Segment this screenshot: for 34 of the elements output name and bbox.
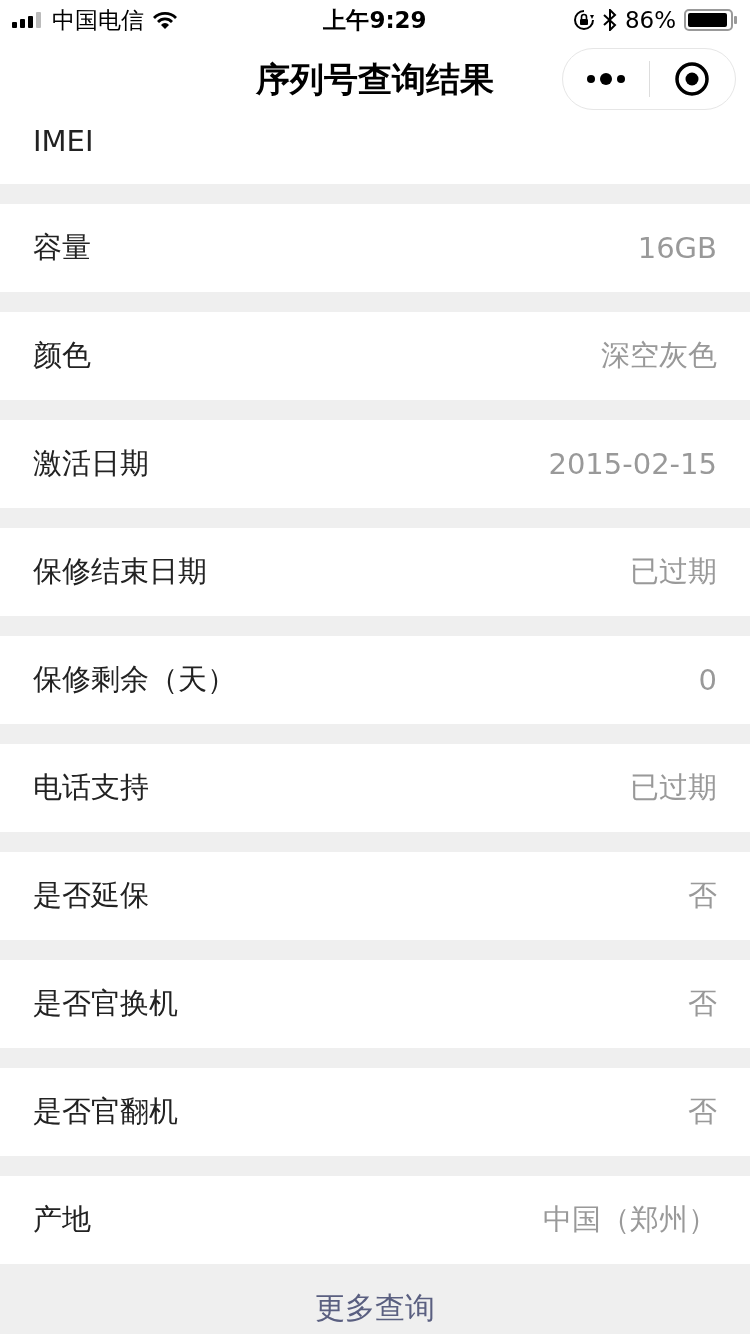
target-icon [674,61,711,97]
field-label: 容量 [33,229,91,266]
field-value: 中国（郑州） [543,1201,717,1238]
battery-percentage: 86% [624,7,676,33]
field-label: 保修剩余（天） [33,661,236,698]
field-value: 2015-02-15 [548,447,717,481]
field-value: 16GB [637,231,717,265]
field-label: 激活日期 [33,445,149,482]
field-value: 已过期 [630,553,717,590]
field-label: 是否官换机 [33,985,178,1022]
carrier-name: 中国电信 [52,5,144,35]
clock-time: 上午9:29 [323,5,427,35]
field-label: 是否延保 [33,877,149,914]
more-icon [585,72,626,86]
field-value: 否 [688,877,717,914]
more-query-link[interactable]: 更多查询 [315,1269,435,1329]
rotation-lock-icon [572,9,595,31]
field-label: 产地 [33,1201,91,1238]
field-value: 0 [698,663,717,697]
field-label: 保修结束日期 [33,553,207,590]
bluetooth-icon [602,9,617,31]
wifi-icon [152,11,178,29]
field-label: IMEI [33,124,94,158]
field-value: 否 [688,985,717,1022]
field-value: 否 [688,1093,717,1130]
field-value: 已过期 [630,769,717,806]
page-title: 序列号查询结果 [256,58,494,101]
battery-icon [684,9,738,31]
field-label: 电话支持 [33,769,149,806]
field-label: 是否官翻机 [33,1093,178,1130]
field-label: 颜色 [33,337,91,374]
field-value: 深空灰色 [601,337,717,374]
signal-icon [12,12,44,28]
close-button[interactable] [674,59,711,99]
